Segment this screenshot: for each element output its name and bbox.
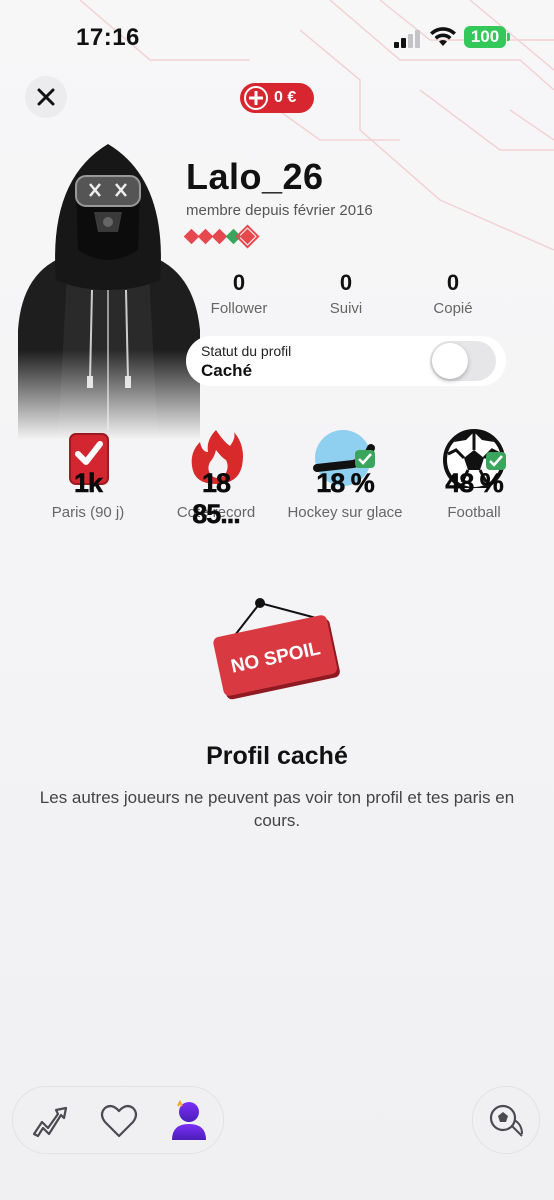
badge-value: 1k <box>73 468 104 499</box>
close-button[interactable] <box>25 76 67 118</box>
ball-icon <box>489 1104 523 1137</box>
hidden-profile-title: Profil caché <box>206 742 348 770</box>
heart-icon <box>100 1104 138 1138</box>
stat-label: Copié <box>433 300 473 317</box>
wifi-icon <box>430 27 456 46</box>
balance-button[interactable]: 0 € <box>240 83 314 113</box>
toggle-knob <box>432 343 468 379</box>
badge-value: 18 85... <box>192 468 241 530</box>
stat-label: Suivi <box>329 300 363 317</box>
close-icon <box>37 88 55 106</box>
stat-value: 0 <box>446 270 460 295</box>
soccer-ball-icon: 48 % <box>442 428 506 498</box>
stat-value: 0 <box>232 270 246 295</box>
profile-stats: 0 Follower 0 Suivi 0 Copié <box>186 270 516 320</box>
badge-value: 18 % <box>316 468 375 499</box>
profile-status-value: Caché <box>201 361 253 380</box>
nav-trends-button[interactable] <box>29 1101 69 1141</box>
status-bar: 17:16 100 <box>0 0 554 76</box>
badge-label: Hockey sur glace <box>287 504 403 521</box>
badge-football[interactable]: 48 % Football <box>414 428 534 522</box>
badge-value: 48 % <box>445 468 504 499</box>
avatar <box>18 140 208 440</box>
badge-label: Football <box>447 504 501 521</box>
profile-visibility-toggle[interactable] <box>430 341 496 381</box>
stat-suivi[interactable]: 0 Suivi <box>301 270 391 317</box>
nav-favorites-button[interactable] <box>99 1101 139 1141</box>
checkbox-icon: 1k <box>56 428 120 498</box>
hidden-profile-text: Les autres joueurs ne peuvent pas voir t… <box>39 788 515 830</box>
hockey-stick-icon: 18 % <box>313 428 377 498</box>
cellular-signal-icon <box>394 30 420 48</box>
stat-copie[interactable]: 0 Copié <box>408 270 498 317</box>
flame-icon: 18 85... <box>184 428 248 529</box>
battery-indicator: 100 <box>464 26 510 48</box>
badge-label: Paris (90 j) <box>51 504 125 521</box>
no-spoil-sign-icon: NO SPOIL <box>213 598 340 700</box>
profile-status-card: Statut du profil Caché <box>186 336 506 386</box>
stat-follower[interactable]: 0 Follower <box>194 270 284 317</box>
plus-icon <box>244 86 268 110</box>
balance-amount: 0 € <box>274 89 297 106</box>
badge-bets[interactable]: 1k Paris (90 j) <box>28 428 148 522</box>
level-indicator <box>183 224 260 249</box>
badge-hockey[interactable]: 18 % Hockey sur glace <box>285 428 405 522</box>
badge-record-odds[interactable]: 18 85... Cote record <box>156 428 276 529</box>
nav-profile-button[interactable] <box>169 1100 209 1141</box>
profile-status-label: Statut du profil <box>201 343 292 359</box>
username: Lalo_26 <box>186 156 324 197</box>
status-time: 17:16 <box>76 24 140 51</box>
stat-label: Follower <box>210 300 268 317</box>
member-since: membre depuis février 2016 <box>186 202 373 219</box>
profile-icon <box>172 1100 206 1140</box>
level-diamond-icon-current <box>235 224 260 249</box>
stat-value: 0 <box>339 270 353 295</box>
trend-icon <box>32 1106 68 1138</box>
bet-action-button[interactable] <box>472 1086 540 1154</box>
bottom-navigation <box>12 1086 224 1154</box>
